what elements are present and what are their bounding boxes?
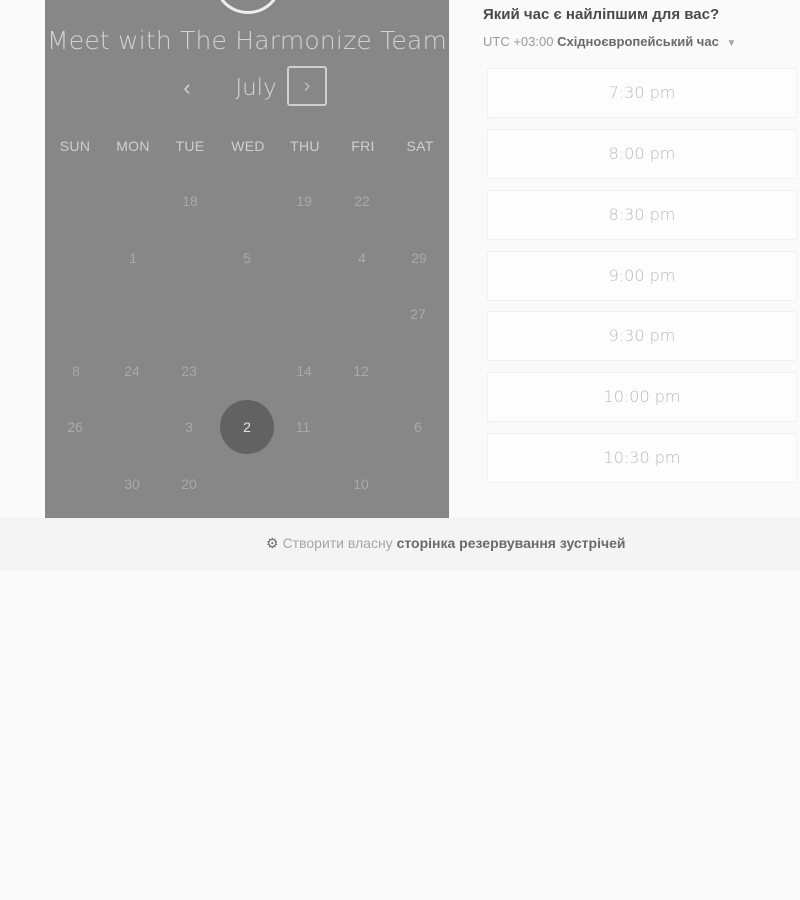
calendar-day[interactable]: 27: [391, 287, 445, 341]
calendar-day[interactable]: 20: [162, 457, 216, 511]
calendar-day[interactable]: 11: [276, 400, 330, 454]
weekday-header: MON: [116, 138, 150, 154]
time-slot[interactable]: 10:00 pm: [487, 372, 797, 422]
time-slot[interactable]: 8:00 pm: [487, 129, 797, 179]
timezone-name: Східноєвропейський час: [557, 34, 719, 49]
avatar: [215, 0, 281, 14]
chevron-down-icon: ▼: [726, 38, 737, 49]
calendar-day[interactable]: 4: [335, 231, 389, 285]
calendar-day[interactable]: 19: [277, 174, 331, 228]
time-question: Який час є найліпшим для вас?: [483, 6, 720, 23]
timezone-selector[interactable]: UTC +03:00 Східноєвропейський час ▼: [483, 34, 736, 49]
timezone-offset: UTC +03:00: [483, 34, 554, 49]
time-slot[interactable]: 9:00 pm: [487, 251, 797, 301]
page-title: Meet with The Harmonize Team: [46, 26, 448, 55]
footer: ⚙ Створити власну сторінка резервування з…: [0, 518, 800, 570]
time-slot[interactable]: 7:30 pm: [487, 68, 797, 118]
calendar-day[interactable]: 18: [163, 174, 217, 228]
calendar-day[interactable]: 29: [392, 231, 446, 285]
weekday-header: FRI: [351, 138, 375, 154]
calendar-day[interactable]: 10: [334, 457, 388, 511]
calendar-day[interactable]: 26: [48, 400, 102, 454]
weekday-header: SUN: [59, 138, 91, 154]
create-booking-page-link[interactable]: ⚙ Створити власну сторінка резервування з…: [266, 535, 626, 552]
weekday-header: THU: [290, 138, 320, 154]
sprocket-icon: ⚙: [266, 535, 279, 551]
footer-text-light: Створити власну: [282, 535, 393, 551]
calendar-day[interactable]: 24: [105, 344, 159, 398]
calendar-panel: Meet with The Harmonize Team ‹ July › SU…: [45, 0, 449, 518]
calendar-day[interactable]: 8: [49, 344, 103, 398]
calendar-day[interactable]: 23: [162, 344, 216, 398]
calendar-day[interactable]: 12: [334, 344, 388, 398]
calendar-day[interactable]: 1: [106, 231, 160, 285]
calendar-day[interactable]: 30: [105, 457, 159, 511]
calendar-day[interactable]: 6: [391, 400, 445, 454]
time-slot[interactable]: 10:30 pm: [487, 433, 797, 483]
calendar-day[interactable]: 5: [220, 231, 274, 285]
next-month-button[interactable]: ›: [287, 66, 327, 106]
month-label: July: [235, 75, 277, 101]
weekday-header: TUE: [175, 138, 205, 154]
month-navigation: ‹ July ›: [45, 66, 449, 110]
time-slot[interactable]: 8:30 pm: [487, 190, 797, 240]
calendar-day-selected[interactable]: 2: [220, 400, 274, 454]
weekday-header: SAT: [406, 138, 434, 154]
footer-text-bold: сторінка резервування зустрічей: [396, 535, 626, 551]
prev-month-button[interactable]: ‹: [173, 74, 201, 102]
weekday-header: WED: [231, 138, 265, 154]
calendar-day[interactable]: 3: [162, 400, 216, 454]
calendar-day[interactable]: 14: [277, 344, 331, 398]
time-slot[interactable]: 9:30 pm: [487, 311, 797, 361]
calendar-day[interactable]: 22: [335, 174, 389, 228]
